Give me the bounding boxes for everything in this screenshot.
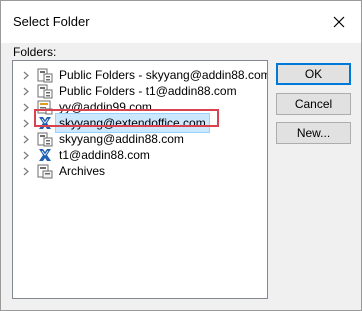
folder-tree[interactable]: Public Folders - skyyang@addin88.com Pub… — [12, 60, 268, 299]
tree-item-t1-addin88[interactable]: t1@addin88.com — [13, 147, 265, 163]
public-folders-icon — [37, 132, 53, 147]
ok-button[interactable]: OK — [276, 63, 351, 85]
chevron-right-icon[interactable] — [22, 135, 30, 144]
chevron-right-icon[interactable] — [22, 87, 30, 96]
chevron-right-icon[interactable] — [22, 119, 30, 128]
public-folders-icon — [37, 84, 53, 99]
dialog-title: Select Folder — [13, 14, 90, 29]
chevron-right-icon[interactable] — [22, 167, 30, 176]
new-folder-button[interactable]: New... — [276, 122, 351, 144]
tree-item-public-folders-t1[interactable]: Public Folders - t1@addin88.com — [13, 83, 265, 99]
tree-item-label: Public Folders - skyyang@addin88.com — [59, 68, 268, 82]
tree-item-skyyang-addin88[interactable]: skyyang@addin88.com — [13, 131, 265, 147]
close-icon — [333, 16, 345, 28]
select-folder-dialog: Select Folder Folders: Public Folders - … — [0, 0, 362, 311]
archive-folder-icon — [37, 164, 53, 179]
chevron-right-icon[interactable] — [22, 71, 30, 80]
tree-item-label: skyyang@addin88.com — [59, 132, 184, 146]
title-bar: Select Folder — [1, 1, 361, 43]
cancel-button[interactable]: Cancel — [276, 93, 351, 115]
chevron-right-icon[interactable] — [22, 151, 30, 160]
close-button[interactable] — [325, 7, 355, 37]
folders-label: Folders: — [13, 45, 57, 59]
tree-item-label: t1@addin88.com — [59, 148, 150, 162]
public-folders-icon — [37, 68, 53, 83]
tree-item-label: Public Folders - t1@addin88.com — [59, 84, 237, 98]
chevron-right-icon[interactable] — [22, 103, 30, 112]
tree-item-archives[interactable]: Archives — [13, 163, 265, 179]
tree-item-public-folders-skyyang[interactable]: Public Folders - skyyang@addin88.com — [13, 67, 268, 83]
selection-highlight-box — [34, 109, 219, 127]
exchange-mailbox-icon — [39, 149, 51, 161]
tree-item-label: Archives — [59, 164, 106, 178]
